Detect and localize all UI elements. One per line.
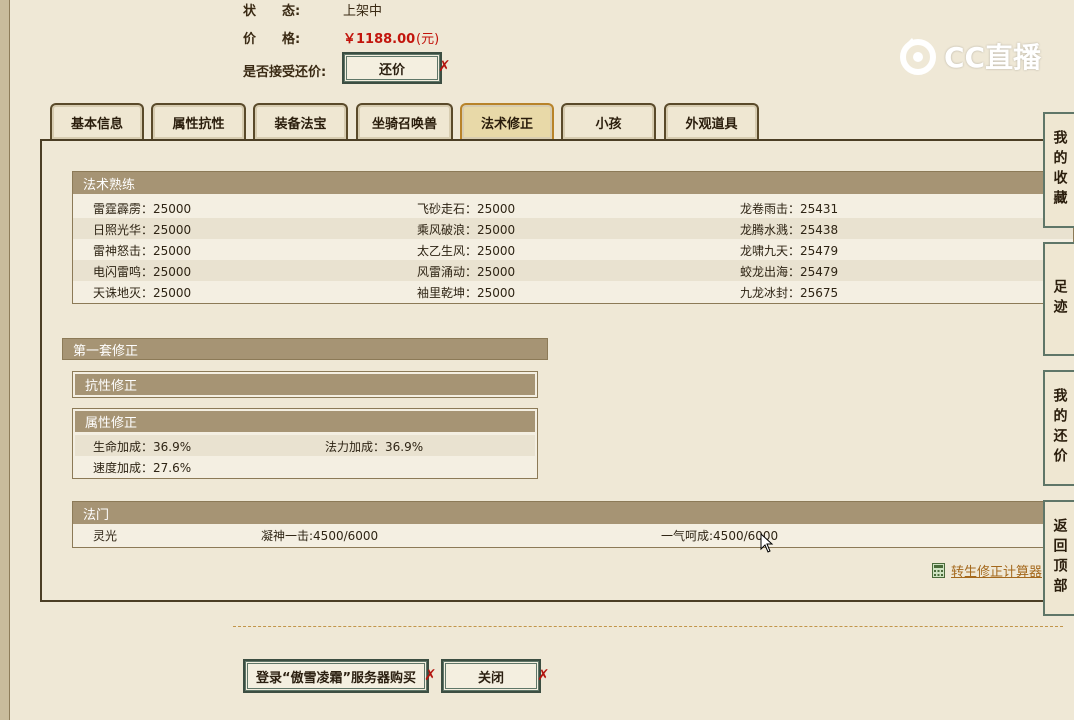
table-cell: 蛟龙出海：25479 xyxy=(740,265,839,279)
table-cell: 法力加成：36.9% xyxy=(325,440,424,454)
table-cell: 飞砂走石：25000 xyxy=(417,202,516,216)
bargain-button[interactable]: 还价 xyxy=(342,52,442,84)
attr-title: 属性修正 xyxy=(75,411,535,432)
close-x-icon: ✗ xyxy=(438,57,451,75)
sidebar-label: 足迹 xyxy=(1051,279,1068,319)
status-value: 上架中 xyxy=(343,4,383,19)
resist-title: 抗性修正 xyxy=(75,374,535,395)
table-row: 速度加成：27.6% xyxy=(75,456,535,477)
calculator-link-text[interactable]: 转生修正计算器 xyxy=(951,561,1042,580)
sidebar-favorites[interactable]: 我的收藏 xyxy=(1043,112,1074,228)
tab-basic-info[interactable]: 基本信息 xyxy=(50,103,144,139)
tab-spell-correction[interactable]: 法术修正 xyxy=(460,103,554,139)
school-title: 法门 xyxy=(73,502,1073,524)
table-row: 灵光 凝神一击:4500/6000 一气呵成:4500/6000 xyxy=(73,524,1073,545)
school-section: 法门 灵光 凝神一击:4500/6000 一气呵成:4500/6000 xyxy=(72,501,1074,548)
table-cell: 雷神怒击：25000 xyxy=(93,244,192,258)
table-row: 雷霆霹雳：25000 飞砂走石：25000 龙卷雨击：25431 xyxy=(73,197,1073,218)
divider xyxy=(233,626,1063,627)
sidebar-label: 我的还价 xyxy=(1051,388,1068,468)
table-cell: 日照光华：25000 xyxy=(93,223,192,237)
buy-button[interactable]: 登录“傲雪凌霜”服务器购买 xyxy=(243,659,429,693)
table-cell: 太乙生风：25000 xyxy=(417,244,516,258)
logo-text: CC直播 xyxy=(944,41,1042,74)
table-row: 生命加成：36.9% 法力加成：36.9% xyxy=(75,435,535,456)
calculator-icon xyxy=(932,563,945,578)
table-cell: 龙卷雨击：25431 xyxy=(740,202,839,216)
table-cell: 九龙冰封：25675 xyxy=(740,286,839,300)
table-cell: 速度加成：27.6% xyxy=(93,461,192,475)
first-set-title: 第一套修正 xyxy=(62,338,548,360)
table-cell: 生命加成：36.9% xyxy=(93,440,192,454)
table-cell: 凝神一击:4500/6000 xyxy=(261,529,379,543)
sidebar-label: 返回顶部 xyxy=(1051,518,1068,598)
close-x-icon: ✗ xyxy=(424,666,437,684)
tab-appearance[interactable]: 外观道具 xyxy=(664,103,759,139)
attr-section: 属性修正 生命加成：36.9% 法力加成：36.9% 速度加成：27.6% xyxy=(72,408,538,479)
mouse-cursor-icon xyxy=(760,533,774,553)
table-cell: 龙啸九天：25479 xyxy=(740,244,839,258)
table-row: 电闪雷鸣：25000 风雷涌动：25000 蛟龙出海：25479 xyxy=(73,260,1073,281)
table-cell: 电闪雷鸣：25000 xyxy=(93,265,192,279)
spell-mastery-section: 法术熟练 雷霆霹雳：25000 飞砂走石：25000 龙卷雨击：25431 日照… xyxy=(72,171,1074,304)
price-unit: (元) xyxy=(416,32,440,47)
sidebar-label: 我的收藏 xyxy=(1051,130,1068,210)
sidebar-my-bargains[interactable]: 我的还价 xyxy=(1043,370,1074,486)
price-label: 价 格: xyxy=(243,32,301,47)
status-label: 状 态: xyxy=(243,4,301,19)
table-cell: 龙腾水溅：25438 xyxy=(740,223,839,237)
calculator-link[interactable]: 转生修正计算器 xyxy=(932,561,1042,580)
sidebar-history[interactable]: 足迹 xyxy=(1043,242,1074,356)
close-x-icon: ✗ xyxy=(537,666,550,684)
table-cell: 袖里乾坤：25000 xyxy=(417,286,516,300)
tab-equipment[interactable]: 装备法宝 xyxy=(253,103,348,139)
tab-mount-summon[interactable]: 坐骑召唤兽 xyxy=(356,103,453,139)
resist-section: 抗性修正 xyxy=(72,371,538,398)
cc-logo-icon xyxy=(900,38,936,75)
table-row: 日照光华：25000 乘风破浪：25000 龙腾水溅：25438 xyxy=(73,218,1073,239)
sidebar-back-to-top[interactable]: 返回顶部 xyxy=(1043,500,1074,616)
bargain-label: 是否接受还价: xyxy=(243,65,327,80)
table-cell: 风雷涌动：25000 xyxy=(417,265,516,279)
tab-child[interactable]: 小孩 xyxy=(561,103,656,139)
table-row: 天诛地灭：25000 袖里乾坤：25000 九龙冰封：25675 xyxy=(73,281,1073,302)
section-title: 法术熟练 xyxy=(73,172,1073,194)
cc-logo: CC直播 xyxy=(898,36,1041,76)
left-rail xyxy=(0,0,10,720)
table-cell: 雷霆霹雳：25000 xyxy=(93,202,192,216)
table-row: 雷神怒击：25000 太乙生风：25000 龙啸九天：25479 xyxy=(73,239,1073,260)
close-button[interactable]: 关闭 xyxy=(441,659,541,693)
tab-attr-resist[interactable]: 属性抗性 xyxy=(151,103,246,139)
table-cell: 灵光 xyxy=(93,529,118,543)
table-cell: 天诛地灭：25000 xyxy=(93,286,192,300)
price-value: ￥1188.00 xyxy=(343,32,416,47)
table-cell: 乘风破浪：25000 xyxy=(417,223,516,237)
